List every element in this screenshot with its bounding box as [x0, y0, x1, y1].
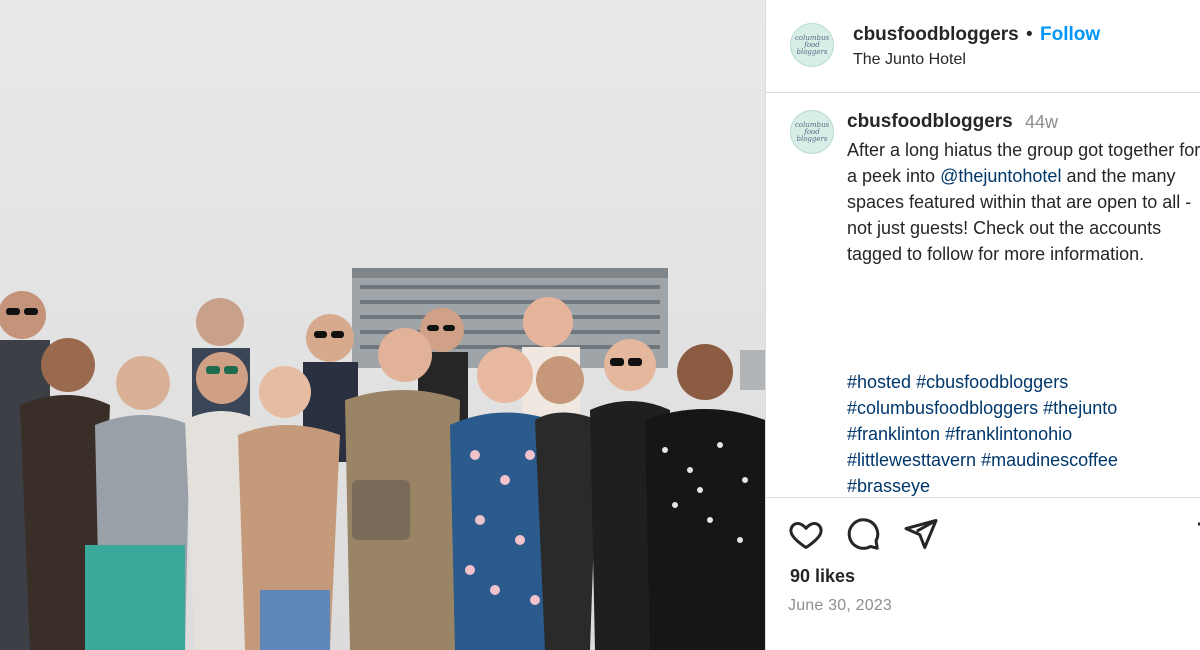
hashtag-link[interactable]: #columbusfoodbloggers [847, 398, 1038, 418]
actions-divider [766, 497, 1200, 498]
post-date[interactable]: June 30, 2023 [788, 597, 892, 615]
location-link[interactable]: The Junto Hotel [853, 51, 966, 69]
hashtag-link[interactable]: #maudinescoffee [981, 450, 1118, 470]
share-icon[interactable] [903, 516, 943, 556]
header-separator-dot: • [1026, 24, 1033, 45]
post-photo[interactable] [0, 0, 765, 650]
hashtag-link[interactable]: #thejunto [1043, 398, 1117, 418]
hashtag-link[interactable]: #hosted [847, 372, 911, 392]
caption-username[interactable]: cbusfoodbloggers [847, 111, 1013, 133]
post-side-panel: columbus food bloggers cbusfoodbloggers … [765, 0, 1200, 650]
heart-icon[interactable] [788, 516, 828, 556]
hashtag-list: #hosted #cbusfoodbloggers #columbusfoodb… [847, 369, 1197, 499]
bookmark-icon[interactable] [1196, 520, 1200, 554]
follow-button[interactable]: Follow [1040, 24, 1100, 46]
hashtag-link[interactable]: #brasseye [847, 476, 930, 496]
mention-link[interactable]: @thejuntohotel [940, 166, 1061, 186]
comment-icon[interactable] [845, 516, 885, 556]
caption-timestamp[interactable]: 44w [1025, 112, 1058, 133]
profile-avatar[interactable]: columbus food bloggers [790, 23, 834, 67]
caption-avatar-logo-text: columbus food bloggers [794, 120, 830, 143]
post-header: columbus food bloggers cbusfoodbloggers … [766, 0, 1200, 93]
caption-text: After a long hiatus the group got togeth… [847, 137, 1200, 267]
header-username[interactable]: cbusfoodbloggers [853, 24, 1019, 46]
hashtag-link[interactable]: #cbusfoodbloggers [916, 372, 1068, 392]
avatar-logo-text: columbus food bloggers [794, 33, 830, 56]
hashtag-link[interactable]: #littlewesttavern [847, 450, 976, 470]
caption-avatar[interactable]: columbus food bloggers [790, 110, 834, 154]
hashtag-link[interactable]: #franklintonohio [945, 424, 1072, 444]
likes-count[interactable]: 90 likes [790, 566, 855, 587]
hashtag-link[interactable]: #franklinton [847, 424, 940, 444]
